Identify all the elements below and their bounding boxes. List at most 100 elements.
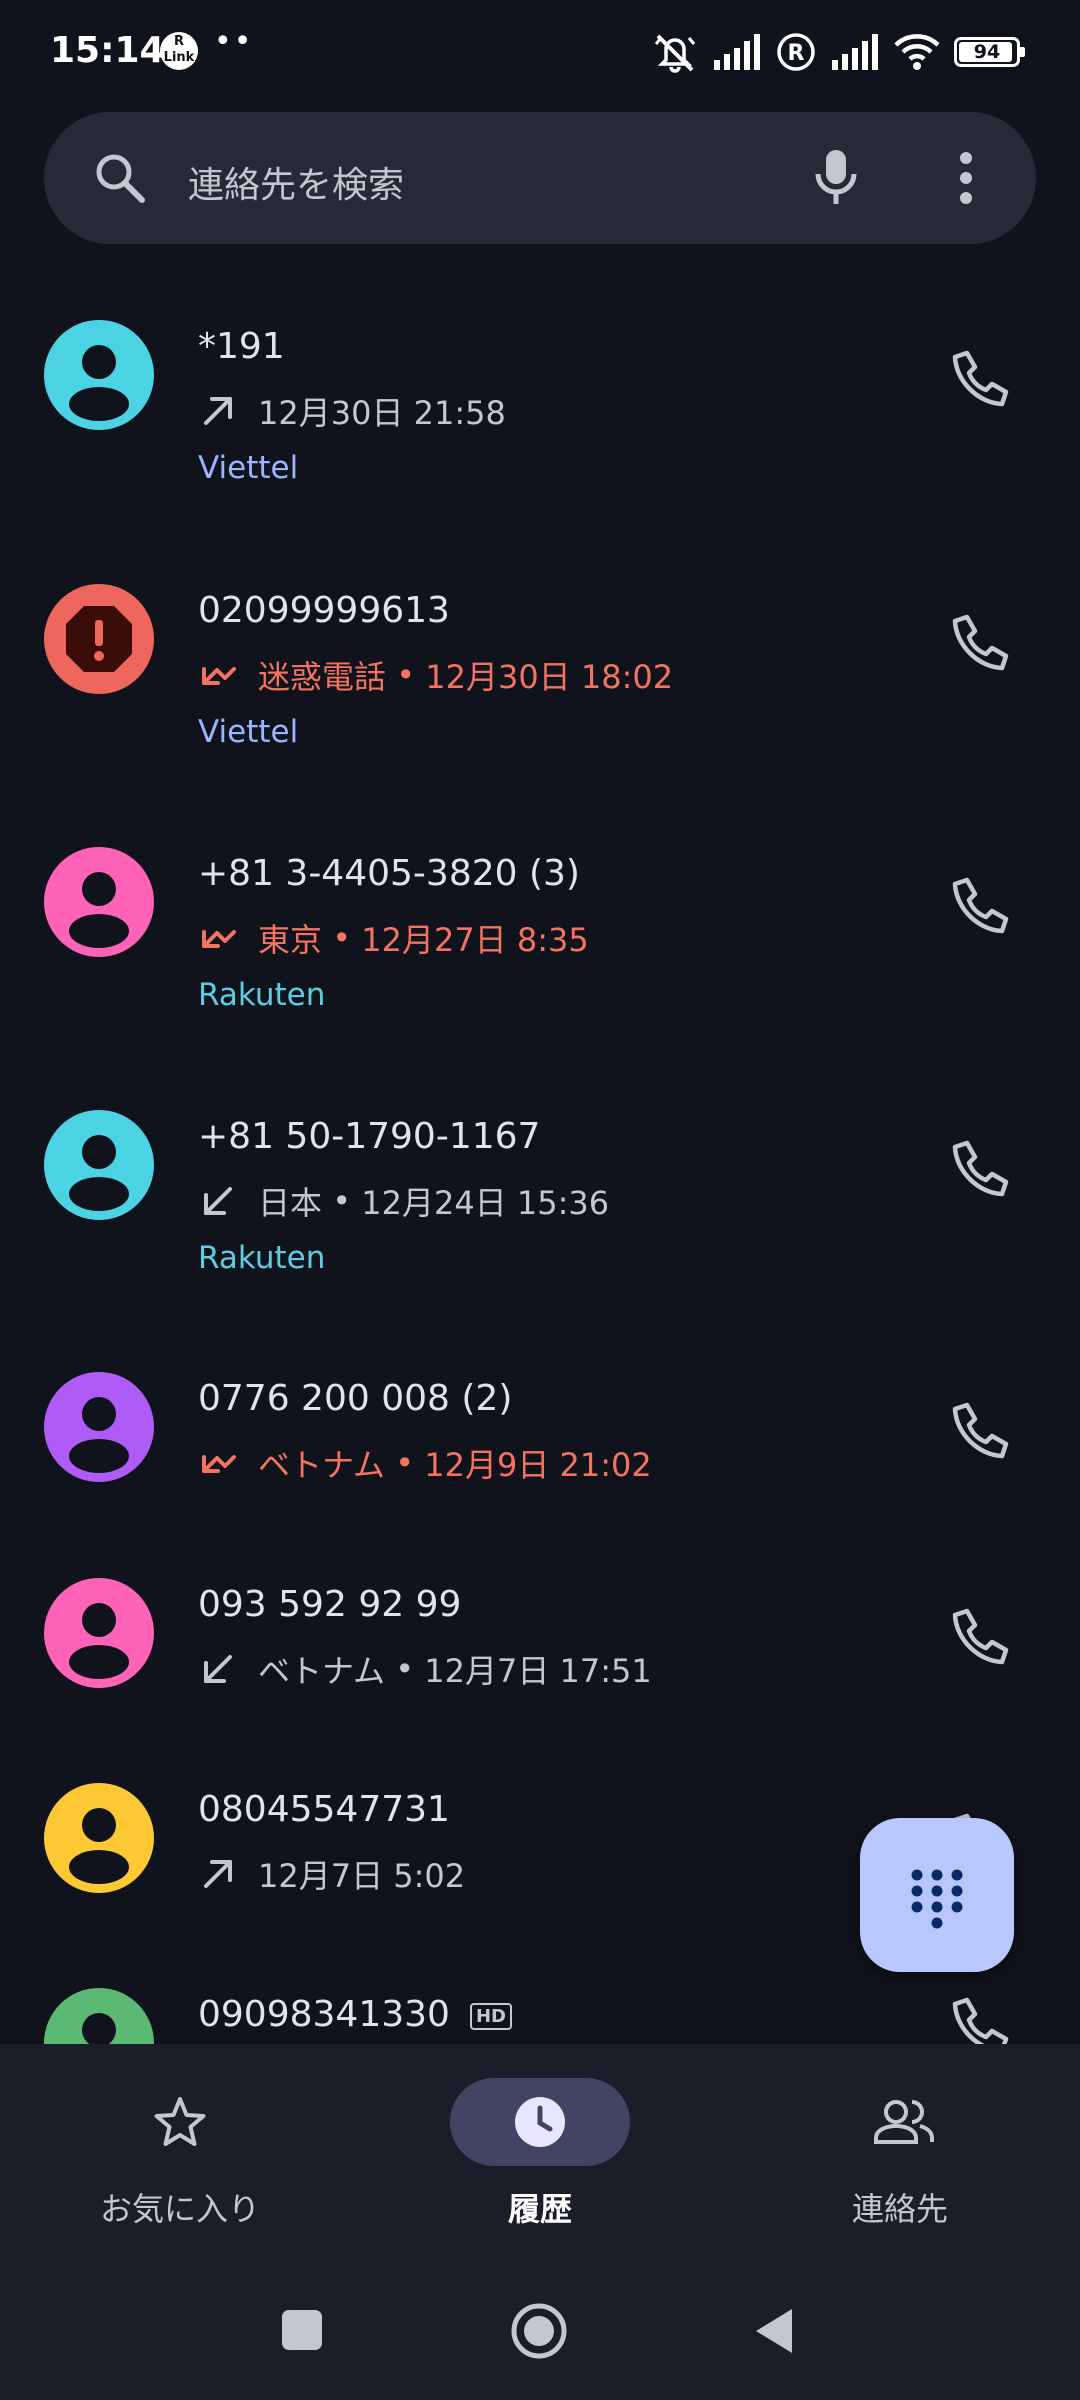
call-location: 日本	[258, 1184, 323, 1222]
signal-icon	[832, 34, 878, 70]
nav-contacts-pill	[810, 2078, 990, 2166]
call-number: +81 3-4405-3820 (3)	[198, 853, 580, 894]
spam-avatar-icon	[44, 584, 154, 694]
call-timestamp: 12月7日 5:02	[258, 1857, 466, 1895]
incoming-call-icon	[198, 1649, 238, 1689]
battery-icon: 94	[954, 37, 1025, 67]
rakuten-link-icon: R Link	[160, 32, 198, 70]
separator-dot: •	[322, 919, 362, 957]
signal-icon	[714, 34, 760, 70]
call-details: 東京 • 12月27日 8:35	[198, 915, 589, 961]
sim-label: Rakuten	[198, 1240, 326, 1276]
phone-icon	[948, 614, 1012, 679]
contact-avatar	[44, 847, 154, 957]
back-icon[interactable]	[752, 2306, 796, 2356]
nav-favorites[interactable]: お気に入り	[30, 2078, 330, 2248]
contact-avatar	[44, 1988, 154, 2044]
call-number-text: +81 3-4405-3820 (3)	[198, 853, 580, 894]
nav-favorites-label: お気に入り	[99, 2190, 260, 2228]
call-number-text: 093 592 92 99	[198, 1584, 462, 1625]
nav-history-pill	[450, 2078, 630, 2166]
dialpad-button[interactable]	[860, 1818, 1014, 1972]
call-details: 日本 • 12月24日 15:36	[198, 1178, 609, 1224]
battery-level: 94	[973, 41, 1001, 63]
contact-avatar	[44, 1110, 154, 1220]
status-bar: 15:14 R Link •• R 94	[0, 0, 1080, 104]
missed-call-icon	[198, 1443, 238, 1483]
missed-call-icon	[198, 655, 238, 695]
nav-contacts[interactable]: 連絡先	[750, 2078, 1050, 2248]
call-back-button[interactable]	[948, 1137, 1012, 1201]
call-location: 東京	[258, 921, 323, 959]
call-timestamp: 12月7日 17:51	[424, 1652, 652, 1690]
call-row[interactable]: +81 3-4405-3820 (3) 東京 • 12月27日 8:35 Rakut…	[0, 797, 1080, 1037]
sim-label: Viettel	[198, 714, 299, 750]
call-back-button[interactable]	[948, 874, 1012, 938]
star-icon	[154, 2097, 206, 2146]
wifi-icon	[894, 34, 940, 70]
call-timestamp: 12月9日 21:02	[424, 1446, 652, 1484]
call-number-text: +81 50-1790-1167	[198, 1116, 541, 1157]
call-number-text: 08045547731	[198, 1789, 450, 1830]
sim-label: Viettel	[198, 450, 299, 486]
svg-text:R: R	[788, 41, 805, 66]
bottom-navigation: お気に入り 履歴 連絡先	[0, 2044, 1080, 2258]
contact-avatar	[44, 1783, 154, 1893]
call-number: +81 50-1790-1167	[198, 1116, 540, 1157]
roaming-icon: R	[777, 33, 815, 71]
recents-icon[interactable]	[280, 2308, 324, 2352]
call-back-button[interactable]	[948, 1605, 1012, 1669]
contact-avatar	[44, 1578, 154, 1688]
call-row[interactable]: +81 50-1790-1167 日本 • 12月24日 15:36 Rakuten	[0, 1060, 1080, 1300]
home-icon[interactable]	[510, 2302, 568, 2360]
separator-dot: •	[385, 1650, 425, 1688]
nav-contacts-label: 連絡先	[851, 2190, 948, 2228]
call-details: ベトナム • 12月7日 17:51	[198, 1646, 652, 1692]
incoming-call-icon	[198, 1181, 238, 1221]
phone-icon	[948, 1608, 1012, 1673]
mute-icon	[654, 34, 696, 73]
call-number: 09098341330 HD	[198, 1994, 512, 2035]
hd-call-icon: HD	[469, 2002, 512, 2030]
call-row[interactable]: 02099999613 迷惑電話 • 12月30日 18:02 Viettel	[0, 534, 1080, 774]
call-timestamp: 12月30日 18:02	[425, 658, 674, 696]
search-bar[interactable]: 連絡先を検索	[44, 112, 1036, 244]
phone-icon	[948, 1140, 1012, 1205]
phone-icon	[948, 350, 1012, 415]
separator-dot: •	[385, 1444, 425, 1482]
clock-icon	[515, 2097, 565, 2147]
more-options-icon[interactable]	[954, 148, 978, 208]
search-input[interactable]: 連絡先を検索	[188, 156, 404, 208]
phone-icon	[948, 877, 1012, 942]
dialpad-icon	[911, 1869, 963, 1929]
call-number: *191	[198, 326, 285, 367]
call-row[interactable]: *191 12月30日 21:58 Viettel	[0, 270, 1080, 510]
call-back-button[interactable]	[948, 1399, 1012, 1463]
phone-icon	[948, 1402, 1012, 1467]
call-number-text: 09098341330	[198, 1994, 450, 2035]
call-details: 12月7日 5:02	[198, 1851, 465, 1897]
call-number: 0776 200 008 (2)	[198, 1378, 512, 1419]
call-timestamp: 12月27日 8:35	[361, 921, 589, 959]
more-notifications-dots: ••	[214, 24, 254, 59]
call-back-button[interactable]	[948, 347, 1012, 411]
call-back-button[interactable]	[948, 1994, 1012, 2044]
separator-dot: •	[386, 656, 426, 694]
call-back-button[interactable]	[948, 611, 1012, 675]
separator-dot: •	[322, 1182, 362, 1220]
mic-icon[interactable]	[814, 146, 858, 210]
call-history-list: *191 12月30日 21:58 Viettel 02099999613 迷惑電話 •…	[0, 270, 1080, 2044]
people-icon	[874, 2100, 934, 2144]
call-number: 08045547731	[198, 1789, 450, 1830]
missed-call-icon	[198, 918, 238, 958]
call-row[interactable]: 0776 200 008 (2) ベトナム • 12月9日 21:02	[0, 1322, 1080, 1562]
contact-avatar	[44, 320, 154, 430]
call-details: 迷惑電話 • 12月30日 18:02	[198, 652, 673, 698]
nav-history[interactable]: 履歴	[390, 2078, 690, 2248]
sim-label: Rakuten	[198, 977, 326, 1013]
nav-favorites-pill	[90, 2078, 270, 2166]
call-location: ベトナム	[258, 1652, 386, 1690]
search-icon	[96, 154, 145, 203]
call-row[interactable]: 093 592 92 99 ベトナム • 12月7日 17:51	[0, 1528, 1080, 1768]
call-number: 093 592 92 99	[198, 1584, 461, 1625]
